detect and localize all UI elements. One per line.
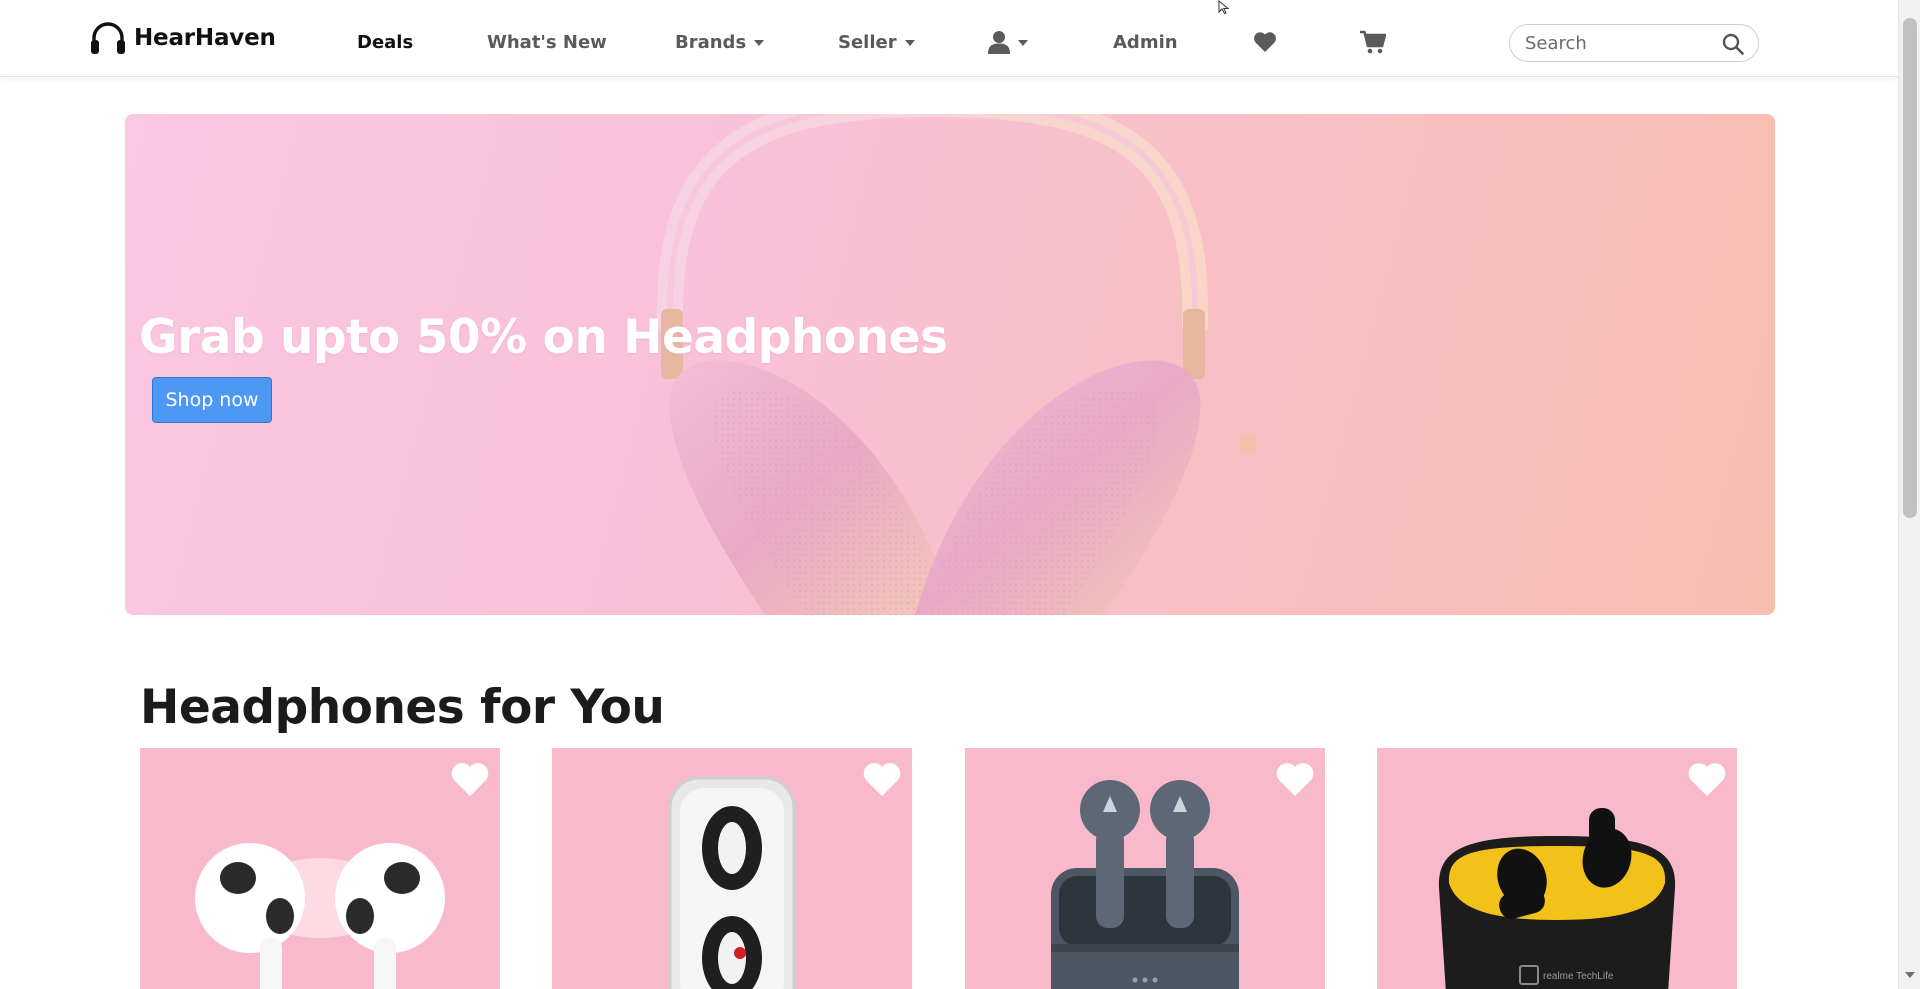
shop-now-button[interactable]: Shop now — [152, 377, 272, 423]
wishlist-heart-icon[interactable] — [1275, 762, 1315, 798]
nav-whats-new[interactable]: What's New — [487, 24, 607, 60]
black-yellow-earbuds-case-image: realme TechLife — [1438, 808, 1676, 989]
product-card[interactable] — [965, 748, 1325, 989]
caret-down-icon — [1018, 40, 1028, 46]
transparent-earbuds-image — [668, 776, 796, 989]
nav-wishlist[interactable] — [1253, 24, 1277, 60]
search-icon[interactable] — [1722, 33, 1744, 55]
product-card[interactable]: realme TechLife — [1377, 748, 1737, 989]
nav-seller-label: Seller — [838, 31, 897, 53]
search-input[interactable] — [1525, 26, 1715, 60]
nav-cart[interactable] — [1360, 24, 1386, 60]
search-form — [1509, 24, 1759, 62]
caret-down-icon — [904, 40, 915, 46]
wishlist-heart-icon[interactable] — [862, 762, 902, 798]
wishlist-heart-icon[interactable] — [1687, 762, 1727, 798]
hero-title: Grab upto 50% on Headphones — [139, 310, 948, 365]
hero-banner: Grab upto 50% on Headphones Shop now — [125, 114, 1775, 615]
headphones-icon — [91, 22, 125, 54]
white-earbuds-image — [195, 843, 445, 989]
brand-name: HearHaven — [134, 25, 276, 51]
nav-brands-label: Brands — [675, 31, 747, 53]
wishlist-heart-icon[interactable] — [450, 762, 490, 798]
nav-whats-new-label: What's New — [487, 31, 607, 53]
nav-deals[interactable]: Deals — [357, 24, 413, 60]
cart-icon — [1360, 30, 1386, 54]
heart-icon — [1254, 32, 1276, 52]
brand-logo[interactable]: HearHaven — [88, 18, 276, 58]
scrollbar-thumb[interactable] — [1903, 18, 1917, 518]
scroll-down-arrow-icon[interactable] — [1905, 972, 1915, 978]
nav-deals-label: Deals — [357, 31, 414, 53]
user-icon — [988, 31, 1010, 54]
nav-seller-dropdown[interactable]: Seller — [838, 24, 915, 60]
page-scrollbar[interactable] — [1898, 0, 1920, 989]
product-card[interactable] — [552, 748, 912, 989]
caret-down-icon — [754, 40, 765, 46]
case-brand-text: realme TechLife — [1543, 971, 1614, 982]
grey-earbuds-case-image — [1051, 780, 1239, 989]
mouse-cursor-icon — [1218, 0, 1230, 14]
nav-user-dropdown[interactable] — [988, 24, 1028, 60]
top-navbar: HearHaven Deals What's New Brands Seller… — [0, 0, 1898, 77]
section-title: Headphones for You — [140, 680, 665, 735]
nav-admin-label: Admin — [1113, 31, 1178, 53]
product-card[interactable] — [140, 748, 500, 989]
nav-brands-dropdown[interactable]: Brands — [675, 24, 765, 60]
nav-admin[interactable]: Admin — [1113, 24, 1178, 60]
